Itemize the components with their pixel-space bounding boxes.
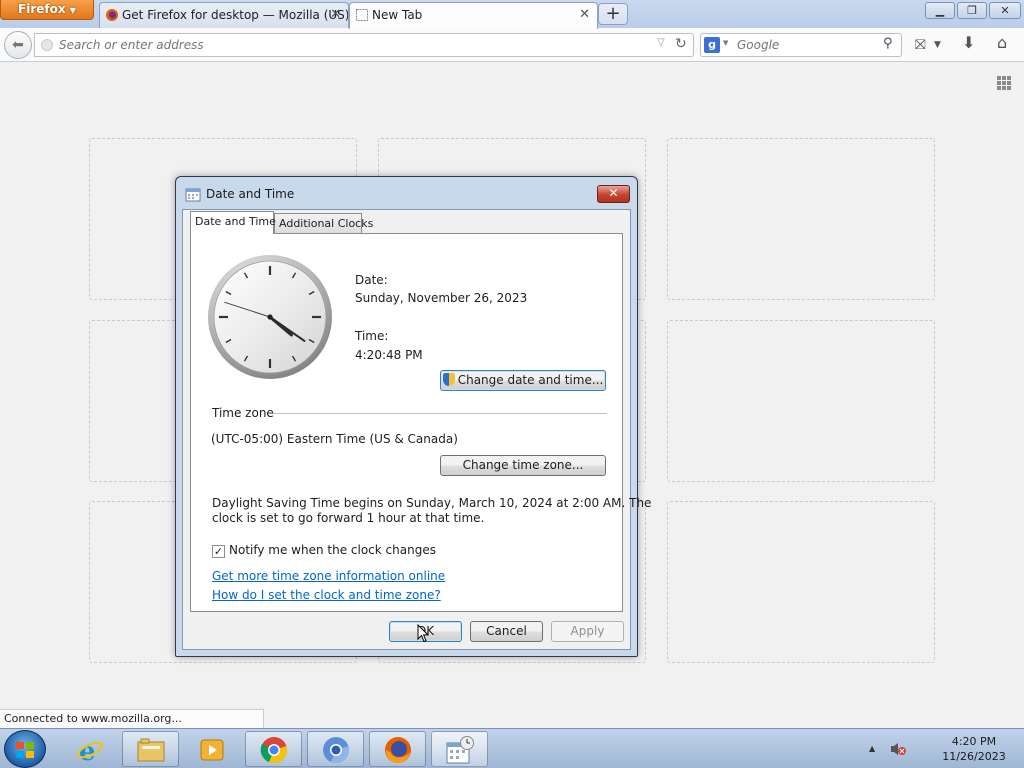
- dialog-body: Date and Time Additional Clocks Date: Su…: [182, 209, 651, 650]
- tab-panel: Date: Sunday, November 26, 2023 Time: 4:…: [190, 233, 651, 612]
- restore-icon: ❐: [967, 4, 977, 17]
- search-bar[interactable]: g ▼ ⚲: [700, 33, 902, 57]
- time-value: 4:20:48 PM: [355, 348, 423, 362]
- time-zone-info-link[interactable]: Get more time zone information online: [212, 569, 445, 583]
- clock-time: 4:20 PM: [951, 735, 997, 748]
- engine-dropdown-icon[interactable]: ▼: [723, 39, 728, 47]
- history-dropdown-icon[interactable]: ▽: [657, 37, 665, 48]
- calendar-clock-icon: [446, 736, 474, 764]
- tab-additional-clocks[interactable]: Additional Clocks: [274, 213, 373, 234]
- reload-icon[interactable]: ↻: [675, 36, 687, 52]
- site-tile[interactable]: [667, 138, 935, 300]
- taskbar-media-player[interactable]: [183, 731, 240, 767]
- chrome-icon: [260, 737, 288, 764]
- uac-shield-icon: [442, 373, 455, 386]
- tab-title: New Tab: [372, 8, 423, 22]
- time-label: Time:: [355, 329, 389, 343]
- taskbar: e ▲ 4:20 PM 11/26/2023: [0, 728, 1024, 768]
- url-input[interactable]: [57, 34, 647, 56]
- system-clock[interactable]: 4:20 PM 11/26/2023: [930, 734, 1018, 764]
- bookmarks-star-icon[interactable]: ⛝: [915, 36, 926, 54]
- dialog-titlebar[interactable]: Date and Time ✕: [176, 177, 637, 209]
- change-date-time-label: Change date and time...: [457, 373, 604, 387]
- address-bar[interactable]: ▽ ↻: [34, 33, 694, 57]
- tab-date-and-time[interactable]: Date and Time: [190, 211, 276, 234]
- taskbar-chromium[interactable]: [307, 731, 364, 767]
- notify-checkbox[interactable]: ✓: [212, 545, 225, 558]
- timezone-divider: [273, 413, 607, 414]
- taskbar-firefox[interactable]: [369, 731, 426, 767]
- search-icon[interactable]: ⚲: [883, 36, 893, 51]
- site-identity-icon: [41, 39, 53, 51]
- dst-info-line-1: Daylight Saving Time begins on Sunday, M…: [212, 496, 652, 510]
- clock-date: 11/26/2023: [942, 750, 1006, 763]
- google-engine-icon[interactable]: g: [704, 37, 720, 53]
- cancel-button[interactable]: Cancel: [470, 621, 543, 642]
- analog-clock: [208, 255, 332, 379]
- date-time-dialog: Date and Time ✕ Date and Time Additional…: [175, 176, 651, 657]
- tab-close-icon[interactable]: ✕: [330, 3, 341, 27]
- site-tile[interactable]: [667, 501, 935, 663]
- dst-info-line-2: clock is set to go forward 1 hour at tha…: [212, 511, 485, 525]
- minimize-icon: ▁: [935, 4, 945, 17]
- date-label: Date:: [355, 273, 388, 287]
- taskbar-windows-explorer[interactable]: [122, 731, 179, 767]
- site-tile[interactable]: [667, 320, 935, 482]
- start-button[interactable]: [4, 730, 46, 768]
- status-bar: Connected to www.mozilla.org...: [0, 709, 264, 729]
- restore-button[interactable]: ❐: [957, 2, 987, 19]
- close-icon: ✕: [1000, 4, 1010, 17]
- change-date-time-button[interactable]: Change date and time...: [440, 370, 606, 391]
- change-time-zone-button[interactable]: Change time zone...: [440, 455, 606, 476]
- date-time-app-icon: [185, 188, 201, 202]
- back-button[interactable]: ⬅: [4, 31, 32, 59]
- window-close-button[interactable]: ✕: [989, 2, 1021, 19]
- folder-icon: [137, 738, 165, 762]
- browser-titlebar: Firefox ▼ Get Firefox for desktop — Mozi…: [0, 0, 1024, 29]
- navigation-toolbar: ⬅ ▽ ↻ g ▼ ⚲ ⛝ ▼ ⬇ ⌂: [0, 28, 1024, 62]
- date-value: Sunday, November 26, 2023: [355, 291, 528, 305]
- tab-mozilla[interactable]: Get Firefox for desktop — Mozilla (US) ✕: [99, 2, 349, 28]
- notify-label[interactable]: Notify me when the clock changes: [229, 543, 436, 557]
- firefox-icon: [385, 737, 411, 764]
- media-player-icon: [200, 739, 224, 761]
- taskbar-chrome[interactable]: [245, 731, 302, 767]
- search-input[interactable]: [735, 34, 875, 56]
- clock-help-link[interactable]: How do I set the clock and time zone?: [212, 588, 441, 602]
- taskbar-date-time[interactable]: [431, 731, 488, 767]
- blank-page-icon: [356, 9, 368, 21]
- windows-logo-icon: [16, 742, 34, 758]
- tab-new-tab[interactable]: New Tab ✕: [349, 2, 598, 29]
- firefox-menu-button[interactable]: Firefox ▼: [0, 0, 94, 20]
- chromium-icon: [323, 737, 350, 764]
- close-icon: ✕: [608, 186, 619, 200]
- tab-title: Get Firefox for desktop — Mozilla (US): [122, 8, 349, 22]
- downloads-icon[interactable]: ⬇: [962, 34, 975, 52]
- back-arrow-icon: ⬅: [12, 37, 24, 53]
- internet-explorer-icon: e: [77, 737, 103, 764]
- show-hidden-icons[interactable]: ▲: [869, 744, 875, 753]
- tab-close-icon[interactable]: ✕: [579, 3, 590, 27]
- grid-toggle-icon[interactable]: [996, 75, 1012, 91]
- apply-button: Apply: [551, 621, 624, 642]
- taskbar-internet-explorer[interactable]: e: [61, 731, 118, 767]
- dialog-close-button[interactable]: ✕: [597, 185, 630, 203]
- mouse-cursor-icon: [417, 624, 429, 643]
- menu-dropdown-icon: ▼: [69, 6, 76, 15]
- home-icon[interactable]: ⌂: [997, 34, 1007, 52]
- new-tab-button[interactable]: +: [598, 3, 628, 25]
- firefox-favicon-icon: [106, 9, 118, 21]
- timezone-value: (UTC-05:00) Eastern Time (US & Canada): [211, 432, 458, 446]
- dialog-title: Date and Time: [206, 187, 295, 201]
- volume-muted-icon[interactable]: [889, 741, 907, 757]
- timezone-heading: Time zone: [212, 406, 274, 420]
- bookmarks-dropdown-icon[interactable]: ▼: [934, 36, 941, 54]
- minimize-button[interactable]: ▁: [925, 2, 955, 19]
